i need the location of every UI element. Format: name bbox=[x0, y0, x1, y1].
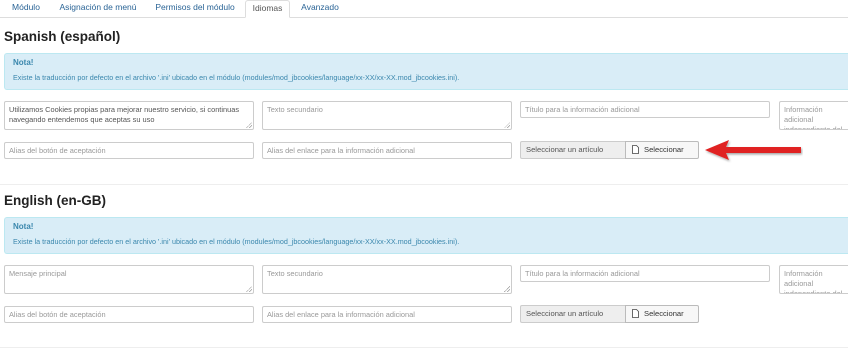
note-box: Nota! Existe la traducción por defecto e… bbox=[4, 217, 848, 254]
link-alias-placeholder: Alias del enlace para la información adi… bbox=[267, 146, 415, 155]
link-alias-input[interactable]: Alias del enlace para la información adi… bbox=[262, 306, 512, 323]
secondary-text-textarea[interactable]: Texto secundario bbox=[262, 265, 512, 294]
tab-modulo[interactable]: Módulo bbox=[9, 0, 43, 17]
accept-alias-placeholder: Alias del botón de aceptación bbox=[9, 146, 106, 155]
info-title-input[interactable]: Título para la información adicional bbox=[520, 265, 770, 282]
accept-alias-placeholder: Alias del botón de aceptación bbox=[9, 310, 106, 319]
secondary-text-textarea[interactable]: Texto secundario bbox=[262, 101, 512, 130]
info-title-placeholder: Título para la información adicional bbox=[525, 105, 640, 114]
main-message-textarea[interactable]: Mensaje principal bbox=[4, 265, 254, 294]
annotation-arrow-icon bbox=[705, 140, 801, 160]
resize-handle-icon[interactable] bbox=[504, 122, 510, 128]
main-message-textarea[interactable]: Utilizamos Cookies propias para mejorar … bbox=[4, 101, 254, 130]
resize-handle-icon[interactable] bbox=[246, 286, 252, 292]
independent-info-placeholder: Información adicional independiente del … bbox=[784, 105, 843, 130]
document-icon bbox=[632, 144, 639, 154]
secondary-text-placeholder: Texto secundario bbox=[267, 105, 323, 114]
tab-bar: Módulo Asignación de menú Permisos del m… bbox=[0, 0, 848, 18]
note-text: Existe la traducción por defecto en el a… bbox=[13, 237, 460, 246]
main-message-placeholder: Mensaje principal bbox=[9, 269, 67, 278]
selected-article-field: Seleccionar un artículo bbox=[520, 141, 626, 159]
section-title-english: English (en-GB) bbox=[4, 193, 106, 208]
independent-info-placeholder: Información adicional independiente del … bbox=[784, 269, 843, 294]
section-title-spanish: Spanish (español) bbox=[4, 29, 121, 44]
tab-asignacion-menu[interactable]: Asignación de menú bbox=[58, 0, 138, 17]
tab-avanzado[interactable]: Avanzado bbox=[298, 0, 342, 17]
document-icon bbox=[632, 308, 639, 318]
tab-idiomas[interactable]: Idiomas bbox=[245, 0, 290, 18]
main-message-value: Utilizamos Cookies propias para mejorar … bbox=[9, 105, 240, 124]
link-alias-input[interactable]: Alias del enlace para la información adi… bbox=[262, 142, 512, 159]
selected-article-field: Seleccionar un artículo bbox=[520, 305, 626, 323]
accept-alias-input[interactable]: Alias del botón de aceptación bbox=[4, 306, 254, 323]
info-title-placeholder: Título para la información adicional bbox=[525, 269, 640, 278]
select-article-button[interactable]: Seleccionar bbox=[625, 141, 699, 159]
select-button-label: Seleccionar bbox=[644, 309, 684, 318]
note-text: Existe la traducción por defecto en el a… bbox=[13, 73, 460, 82]
select-button-label: Seleccionar bbox=[644, 145, 684, 154]
info-title-input[interactable]: Título para la información adicional bbox=[520, 101, 770, 118]
resize-handle-icon[interactable] bbox=[504, 286, 510, 292]
section-divider bbox=[0, 347, 848, 348]
section-divider bbox=[0, 184, 848, 185]
link-alias-placeholder: Alias del enlace para la información adi… bbox=[267, 310, 415, 319]
note-title: Nota! bbox=[13, 222, 34, 231]
note-title: Nota! bbox=[13, 58, 34, 67]
tab-permisos-modulo[interactable]: Permisos del módulo bbox=[153, 0, 237, 17]
note-box: Nota! Existe la traducción por defecto e… bbox=[4, 53, 848, 90]
independent-info-textarea[interactable]: Información adicional independiente del … bbox=[779, 265, 848, 294]
resize-handle-icon[interactable] bbox=[246, 122, 252, 128]
secondary-text-placeholder: Texto secundario bbox=[267, 269, 323, 278]
accept-alias-input[interactable]: Alias del botón de aceptación bbox=[4, 142, 254, 159]
select-article-button[interactable]: Seleccionar bbox=[625, 305, 699, 323]
independent-info-textarea[interactable]: Información adicional independiente del … bbox=[779, 101, 848, 130]
